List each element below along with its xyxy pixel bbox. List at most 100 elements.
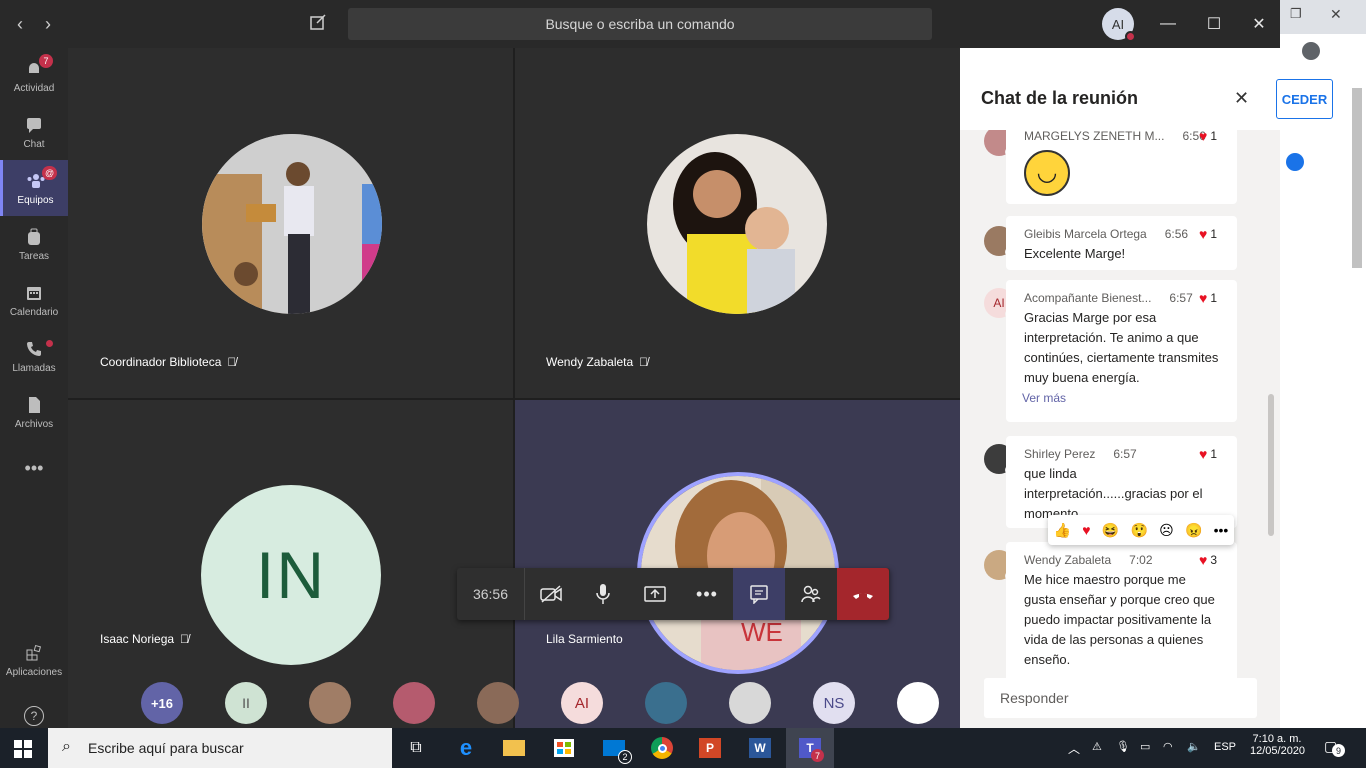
profile-avatar[interactable]: AI [1102,8,1136,42]
microphone-tray-icon[interactable]: 🎙 [1116,740,1130,753]
browser-scrollbar[interactable] [1352,88,1362,268]
task-view-icon[interactable]: ⧉ [396,732,436,764]
rail-item-tasks[interactable]: Tareas [0,216,68,272]
command-search-input[interactable]: Busque o escriba un comando [348,8,932,40]
chat-title: Chat de la reunión [981,88,1139,108]
more-apps-icon[interactable]: ••• [0,440,68,496]
chat-scrollbar[interactable] [1268,394,1274,536]
rail-item-teams[interactable]: Equipos @ [0,160,68,216]
participant-thumbnail[interactable] [897,682,939,724]
new-chat-icon[interactable] [308,12,332,36]
rail-item-calendar[interactable]: Calendario [0,272,68,328]
phone-icon [24,339,44,359]
heart-icon: ♥ [1199,446,1208,462]
hang-up-button[interactable] [837,568,889,620]
sad-reaction-icon[interactable]: ☹ [1159,522,1174,539]
message-text: Me hice maestro porque me gusta enseñar … [1024,572,1215,667]
participant-initials[interactable]: AI [561,682,603,724]
rail-item-files[interactable]: Archivos [0,384,68,440]
rail-item-activity[interactable]: Actividad 7 [0,48,68,104]
message-time: 6:57 [1169,291,1193,305]
meeting-chat-panel: Chat de la reunión ✕ MARGELYS ZENETH M..… [960,48,1280,728]
heart-reaction-icon[interactable]: ♥ [1082,522,1090,538]
word-icon[interactable]: W [740,732,780,764]
maximize-icon[interactable]: ☐ [1191,0,1237,48]
app-rail: Actividad 7 Chat Equipos @ Tareas Calend… [0,48,68,728]
teams-taskbar-icon[interactable]: T 7 [786,728,834,768]
video-tile-speaking[interactable]: WE Lila Sarmiento [515,400,960,728]
angry-reaction-icon[interactable]: 😠 [1185,522,1202,539]
like-count: ♥ 1 [1199,446,1217,462]
camera-off-icon[interactable] [525,568,577,620]
rail-item-calls[interactable]: Llamadas [0,328,68,384]
more-actions-icon[interactable]: ••• [681,568,733,620]
microphone-icon[interactable] [577,568,629,620]
mail-icon[interactable]: 2 [594,732,634,764]
heart-icon: ♥ [1199,290,1208,306]
volume-icon[interactable]: 🔈 [1187,740,1201,753]
rail-item-apps[interactable]: Aplicaciones [0,632,68,688]
pause-icon[interactable]: II [225,682,267,724]
language-indicator[interactable]: ESP [1214,741,1236,753]
participant-thumbnail[interactable] [393,682,435,724]
video-tile[interactable]: IN Isaac Noriega 🎙̸ [68,400,513,728]
chrome-icon[interactable] [642,732,682,764]
like-reaction-icon[interactable]: 👍 [1054,522,1071,539]
message-author: Acompañante Bienest... [1024,291,1152,305]
participants-icon[interactable] [785,568,837,620]
message-author: Shirley Perez [1024,447,1096,461]
background-browser-window: ❐ ✕ CEDER [1276,0,1366,728]
surprised-reaction-icon[interactable]: 😲 [1130,522,1147,539]
chat-message[interactable]: Gleibis Marcela Ortega 6:56 ♥ 1 Excelente … [1006,216,1237,270]
clock[interactable]: 7:10 a. m. 12/05/2020 [1250,733,1305,757]
participant-thumbnail[interactable] [729,682,771,724]
taskbar-search-input[interactable]: ⌕ Escribe aquí para buscar [48,728,392,768]
reply-input[interactable]: Responder [984,678,1257,718]
close-chat-icon[interactable]: ✕ [1234,88,1249,109]
rail-item-chat[interactable]: Chat [0,104,68,160]
participant-thumbnail[interactable] [309,682,351,724]
file-explorer-icon[interactable] [494,732,534,764]
video-tile[interactable]: Wendy Zabaleta 🎙̸ [515,48,960,398]
participant-thumbnail[interactable] [645,682,687,724]
back-arrow-icon[interactable]: ‹ [6,10,34,38]
see-more-link[interactable]: Ver más [1022,388,1219,408]
chat-message[interactable]: Acompañante Bienest... 6:57 ♥ 1 Gracias Ma… [1006,280,1237,422]
video-tile[interactable]: Coordinador Biblioteca 🎙̸ [68,48,513,398]
wifi-icon[interactable]: ◠ [1163,740,1173,753]
battery-icon[interactable]: ▭ [1140,740,1150,753]
forward-arrow-icon[interactable]: › [34,10,62,38]
participant-initials[interactable]: NS [813,682,855,724]
call-timer: 36:56 [457,568,525,620]
more-participants-button[interactable]: +16 [141,682,183,724]
participant-thumbnail[interactable] [477,682,519,724]
minimize-icon[interactable]: — [1145,0,1191,48]
rail-label: Equipos [17,194,54,206]
message-time: 7:02 [1129,553,1153,567]
browser-close-icon[interactable]: ✕ [1330,6,1342,23]
more-options-icon[interactable]: ••• [1214,522,1229,538]
powerpoint-icon[interactable]: P [690,732,730,764]
access-button[interactable]: CEDER [1276,79,1333,119]
close-window-icon[interactable]: ✕ [1236,0,1282,48]
laugh-reaction-icon[interactable]: 😆 [1102,522,1119,539]
notifications-icon[interactable]: ▢ 9 [1324,738,1345,757]
message-time: 6:56 [1164,227,1189,241]
network-warning-icon[interactable]: ⚠ [1092,740,1102,753]
windows-start-icon[interactable] [14,740,32,763]
show-chat-icon[interactable] [733,568,785,620]
account-icon[interactable] [1302,42,1320,60]
restore-icon[interactable]: ❐ [1290,6,1302,22]
mic-muted-icon: 🎙̸ [227,355,237,369]
message-text: Excelente Marge! [1024,246,1126,261]
show-hidden-icons-icon[interactable]: ︿ [1068,740,1080,757]
edge-icon[interactable]: e [446,732,486,764]
chat-message[interactable]: MARGELYS ZENETH M... 6:56 ♥ 1 ◡ [1006,130,1237,204]
participant-name-tag: Coordinador Biblioteca 🎙̸ [100,355,236,369]
app-window: ‹ › Busque o escriba un comando AI — ☐ ✕… [0,0,1366,768]
store-icon[interactable] [544,732,584,764]
chat-message[interactable]: Wendy Zabaleta 7:02 ♥ 3 Me hice maestro po… [1006,542,1237,682]
share-screen-icon[interactable] [629,568,681,620]
rail-label: Calendario [9,306,59,318]
message-time: 6:57 [1113,447,1137,461]
